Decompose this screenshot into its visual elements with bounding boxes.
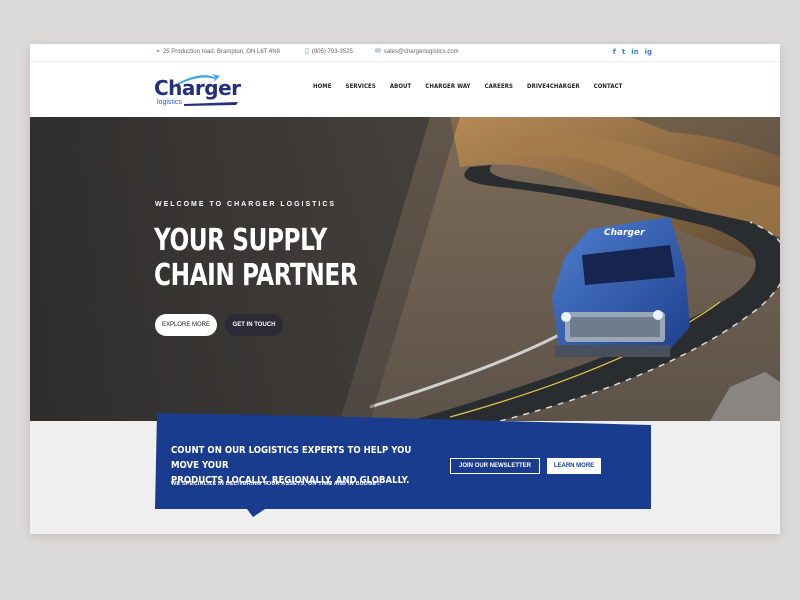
- email-text[interactable]: sales@chargerlogistics.com: [384, 49, 459, 55]
- main-nav: HOME SERVICES ABOUT CHARGER WAY CAREERS …: [313, 83, 636, 90]
- location-pin-icon: ⌖: [156, 48, 160, 55]
- address-item: ⌖ 25 Production road, Brampton, ON L6T 4…: [156, 48, 280, 55]
- instagram-icon[interactable]: ig: [645, 48, 652, 56]
- address-text: 25 Production road, Brampton, ON L6T 4N8: [162, 49, 280, 55]
- get-in-touch-button[interactable]: GET IN TOUCH: [225, 314, 283, 336]
- facebook-icon[interactable]: f: [613, 48, 616, 56]
- cta-subtext: WE SPECIALIZE IN DELIVERING YOUR ASSETS,…: [171, 481, 382, 487]
- email-item[interactable]: ✉ sales@chargerlogistics.com: [375, 48, 459, 55]
- logo[interactable]: Charger logistics: [154, 72, 246, 110]
- nav-charger-way[interactable]: CHARGER WAY: [425, 83, 470, 90]
- top-info-bar: ⌖ 25 Production road, Brampton, ON L6T 4…: [30, 44, 780, 62]
- hero-headline-line-2: CHAIN PARTNER: [154, 258, 358, 293]
- logo-underline-icon: [184, 102, 238, 106]
- svg-text:Charger: Charger: [604, 228, 645, 238]
- site-header: Charger logistics HOME SERVICES ABOUT CH…: [30, 62, 780, 117]
- cta-banner: COUNT ON OUR LOGISTICS EXPERTS TO HELP Y…: [155, 413, 652, 517]
- hero-headline-line-1: YOUR SUPPLY: [154, 223, 327, 258]
- hero-section: Charger WELCOME TO CHARGER LOGISTICS YOU…: [30, 117, 780, 421]
- envelope-icon: ✉: [375, 48, 381, 55]
- hero-headline: YOUR SUPPLY CHAIN PARTNER: [154, 223, 358, 293]
- phone-icon: ▯: [305, 48, 309, 55]
- twitter-icon[interactable]: t: [622, 48, 625, 56]
- hero-eyebrow: WELCOME TO CHARGER LOGISTICS: [155, 201, 337, 208]
- browser-page-frame: ⌖ 25 Production road, Brampton, ON L6T 4…: [30, 44, 780, 534]
- nav-careers[interactable]: CAREERS: [485, 83, 513, 90]
- nav-services[interactable]: SERVICES: [346, 83, 376, 90]
- nav-drive4charger[interactable]: DRIVE4CHARGER: [527, 83, 580, 90]
- phone-text[interactable]: (905) 793-3525: [312, 49, 353, 55]
- learn-more-button[interactable]: LEARN MORE: [547, 458, 601, 474]
- nav-about[interactable]: ABOUT: [390, 83, 411, 90]
- join-newsletter-button[interactable]: JOIN OUR NEWSLETTER: [450, 458, 540, 474]
- nav-home[interactable]: HOME: [313, 83, 332, 90]
- social-links: f t in ig: [613, 48, 652, 56]
- cta-headline-line-1: COUNT ON OUR LOGISTICS EXPERTS TO HELP Y…: [171, 445, 412, 471]
- linkedin-icon[interactable]: in: [631, 48, 638, 56]
- hero-truck-photo: Charger: [30, 117, 780, 421]
- nav-contact[interactable]: CONTACT: [594, 83, 623, 90]
- explore-more-button[interactable]: EXPLORE MORE: [155, 314, 217, 336]
- phone-item[interactable]: ▯ (905) 793-3525: [305, 48, 353, 55]
